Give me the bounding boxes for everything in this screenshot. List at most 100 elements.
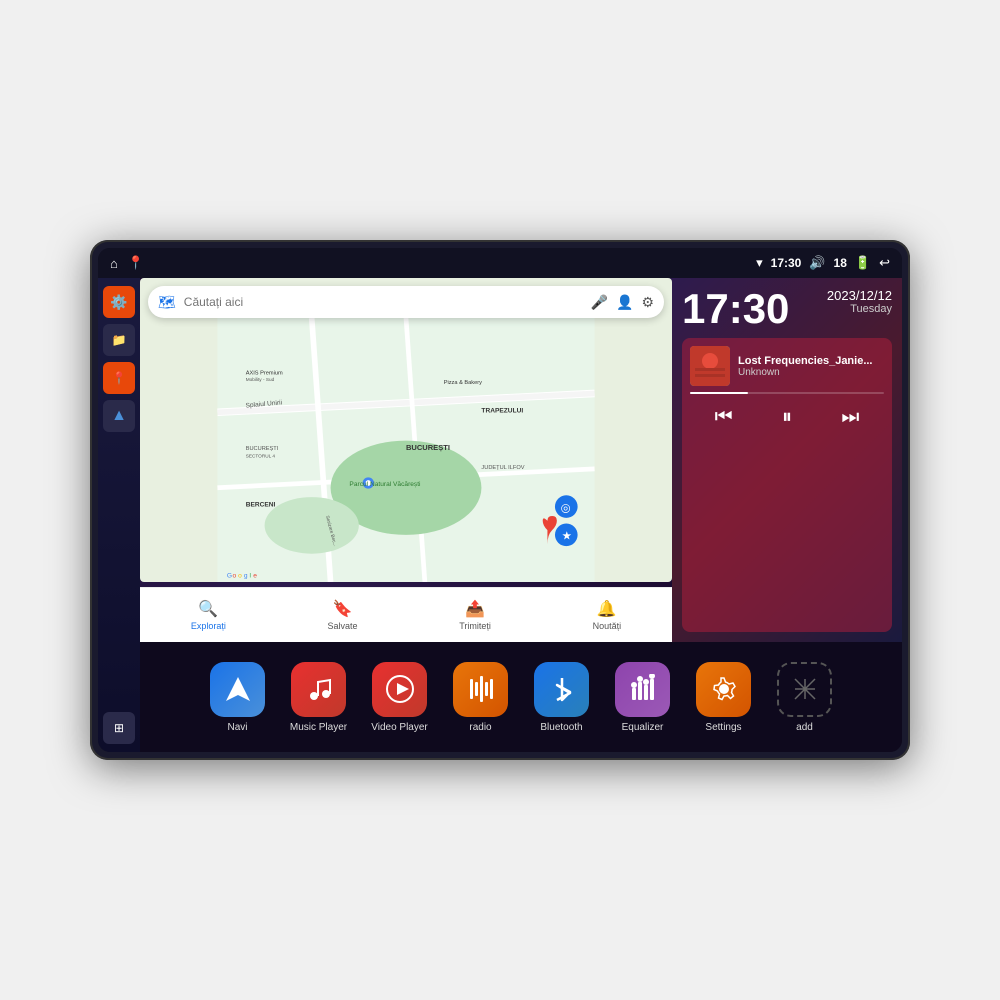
music-progress-fill <box>690 392 748 394</box>
app-bluetooth[interactable]: Bluetooth <box>529 662 594 733</box>
add-label: add <box>796 722 813 733</box>
navi-icon <box>210 662 265 717</box>
music-player-icon <box>291 662 346 717</box>
svg-text:o: o <box>238 572 242 579</box>
pause-button[interactable]: ⏸ <box>774 402 800 433</box>
map-share-btn[interactable]: 📤 Trimiteți <box>459 599 491 631</box>
sidebar-grid-btn[interactable]: ⊞ <box>103 712 135 744</box>
svg-text:e: e <box>253 572 257 579</box>
music-progress-bar[interactable] <box>690 392 884 394</box>
sidebar: ⚙️ 📁 📍 ▲ ⊞ <box>98 278 140 752</box>
location-icon[interactable]: 📍 <box>128 255 144 271</box>
music-album-art <box>690 346 730 386</box>
app-navi[interactable]: Navi <box>205 662 270 733</box>
home-icon[interactable]: ⌂ <box>110 256 118 271</box>
status-left: ⌂ 📍 <box>110 255 144 271</box>
battery-icon: 🔋 <box>855 255 871 271</box>
app-video-player[interactable]: Video Player <box>367 662 432 733</box>
map-search-input[interactable] <box>184 295 583 309</box>
map-area: 🗺 🎤 👤 ⚙ <box>140 278 672 642</box>
settings-icon <box>696 662 751 717</box>
svg-text:BUCUREȘTI: BUCUREȘTI <box>406 443 450 452</box>
share-icon: 📤 <box>465 599 485 619</box>
center-content: 🗺 🎤 👤 ⚙ <box>140 278 902 752</box>
app-add[interactable]: add <box>772 662 837 733</box>
svg-text:Pizza & Bakery: Pizza & Bakery <box>444 380 482 386</box>
equalizer-label: Equalizer <box>622 722 664 733</box>
status-right: ▾ 17:30 🔊 18 🔋 ↩ <box>756 255 890 271</box>
explore-label: Explorați <box>191 621 226 631</box>
map-container[interactable]: 🗺 🎤 👤 ⚙ <box>140 278 672 582</box>
screen: ⌂ 📍 ▾ 17:30 🔊 18 🔋 ↩ ⚙️ 📁 📍 ▲ ⊞ <box>98 248 902 752</box>
clock-day: Tuesday <box>827 303 892 315</box>
app-grid-section: Navi Music Player <box>140 642 902 752</box>
app-music-player[interactable]: Music Player <box>286 662 351 733</box>
prev-button[interactable]: ⏮ <box>707 402 741 433</box>
add-icon <box>777 662 832 717</box>
sidebar-nav-btn[interactable]: ▲ <box>103 400 135 432</box>
account-icon[interactable]: 👤 <box>616 294 633 311</box>
music-title: Lost Frequencies_Janie... <box>738 355 884 367</box>
svg-text:BERCENI: BERCENI <box>246 502 276 509</box>
app-equalizer[interactable]: Equalizer <box>610 662 675 733</box>
clock-time: 17:30 <box>682 288 789 330</box>
radio-icon <box>453 662 508 717</box>
bluetooth-icon <box>534 662 589 717</box>
saved-icon: 🔖 <box>333 599 353 619</box>
map-explore-btn[interactable]: 🔍 Explorați <box>191 599 226 631</box>
svg-text:g: g <box>244 572 248 579</box>
news-icon: 🔔 <box>597 599 617 619</box>
explore-icon: 🔍 <box>198 599 218 619</box>
volume-icon: 🔊 <box>809 255 825 271</box>
sidebar-files-btn[interactable]: 📁 <box>103 324 135 356</box>
app-settings[interactable]: Settings <box>691 662 756 733</box>
navi-label: Navi <box>227 722 247 733</box>
mic-icon[interactable]: 🎤 <box>591 294 608 311</box>
svg-text:★: ★ <box>562 531 572 543</box>
map-saved-btn[interactable]: 🔖 Salvate <box>328 599 358 631</box>
next-button[interactable]: ⏭ <box>833 402 867 433</box>
music-artist: Unknown <box>738 367 884 378</box>
status-bar: ⌂ 📍 ▾ 17:30 🔊 18 🔋 ↩ <box>98 248 902 278</box>
google-maps-icon: 🗺 <box>158 294 176 311</box>
share-label: Trimiteți <box>459 621 491 631</box>
music-widget[interactable]: Lost Frequencies_Janie... Unknown ⏮ ⏸ ⏭ <box>682 338 892 632</box>
svg-text:JUDEȚUL ILFOV: JUDEȚUL ILFOV <box>481 465 524 471</box>
video-player-label: Video Player <box>371 722 428 733</box>
status-time: 17:30 <box>771 256 802 270</box>
map-bottom-bar: 🔍 Explorați 🔖 Salvate 📤 Trimiteți <box>140 587 672 642</box>
settings-label: Settings <box>705 722 741 733</box>
svg-text:BUCUREȘTI: BUCUREȘTI <box>246 446 279 452</box>
right-panel: 17:30 2023/12/12 Tuesday <box>672 278 902 642</box>
sidebar-settings-btn[interactable]: ⚙️ <box>103 286 135 318</box>
sidebar-map-btn[interactable]: 📍 <box>103 362 135 394</box>
svg-text:AXIS Premium: AXIS Premium <box>246 371 283 377</box>
battery-level: 18 <box>834 256 847 270</box>
radio-label: radio <box>469 722 491 733</box>
equalizer-icon <box>615 662 670 717</box>
device: ⌂ 📍 ▾ 17:30 🔊 18 🔋 ↩ ⚙️ 📁 📍 ▲ ⊞ <box>90 240 910 760</box>
music-info: Lost Frequencies_Janie... Unknown <box>738 355 884 378</box>
map-svg: Splaiul Unirii TRAPEZULUI BUCUREȘTI JUDE… <box>140 318 672 582</box>
svg-text:◎: ◎ <box>561 502 571 514</box>
clock-year: 2023/12/12 <box>827 288 892 303</box>
app-radio[interactable]: radio <box>448 662 513 733</box>
svg-text:SECTORUL 4: SECTORUL 4 <box>246 454 276 459</box>
clock-section: 17:30 2023/12/12 Tuesday <box>682 288 892 330</box>
app-grid: Navi Music Player <box>205 662 837 733</box>
wifi-icon: ▾ <box>756 255 763 271</box>
map-news-btn[interactable]: 🔔 Noutăți <box>593 599 622 631</box>
more-icon[interactable]: ⚙ <box>641 294 654 311</box>
news-label: Noutăți <box>593 621 622 631</box>
bluetooth-label: Bluetooth <box>540 722 582 733</box>
svg-text:Parcul Natural Văcărești: Parcul Natural Văcărești <box>349 481 421 488</box>
map-search-bar[interactable]: 🗺 🎤 👤 ⚙ <box>148 286 664 318</box>
music-album-row: Lost Frequencies_Janie... Unknown <box>690 346 884 386</box>
back-icon[interactable]: ↩ <box>879 255 890 271</box>
main-content: ⚙️ 📁 📍 ▲ ⊞ <box>98 278 902 752</box>
svg-text:o: o <box>233 572 237 579</box>
music-controls: ⏮ ⏸ ⏭ <box>690 402 884 433</box>
music-player-label: Music Player <box>290 722 347 733</box>
svg-text:G: G <box>227 572 232 579</box>
saved-label: Salvate <box>328 621 358 631</box>
